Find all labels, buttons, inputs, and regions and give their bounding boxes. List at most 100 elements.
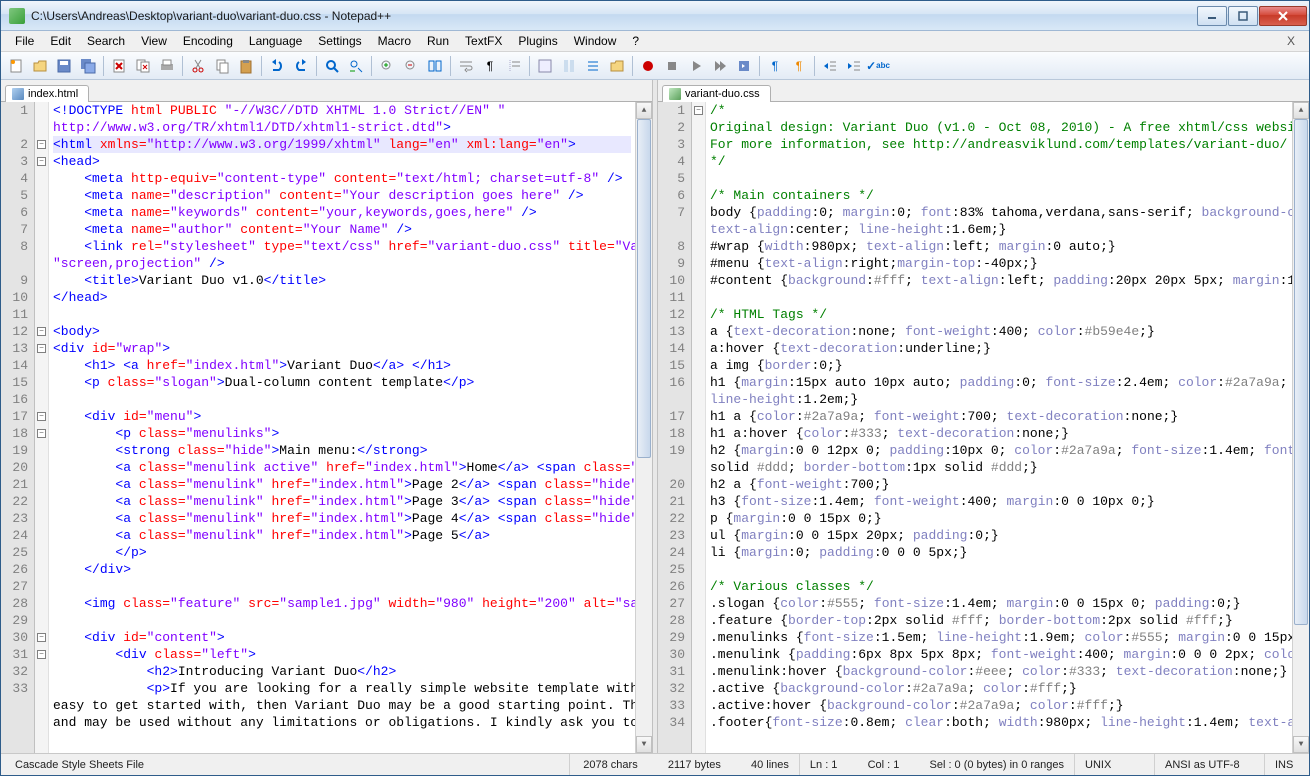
udl-icon[interactable] <box>534 55 556 77</box>
window-title: C:\Users\Andreas\Desktop\variant-duo\var… <box>31 9 1196 23</box>
show-all-chars-icon[interactable]: ¶ <box>479 55 501 77</box>
separator <box>316 56 317 76</box>
zoom-in-icon[interactable] <box>376 55 398 77</box>
status-chars: 2078 chars 2117 bytes 40 lines <box>570 754 800 775</box>
scroll-thumb[interactable] <box>637 119 651 458</box>
copy-icon[interactable] <box>211 55 233 77</box>
menubar-close-icon[interactable]: X <box>1279 34 1303 48</box>
scroll-track[interactable] <box>636 119 652 736</box>
undo-icon[interactable] <box>266 55 288 77</box>
separator <box>371 56 372 76</box>
paste-icon[interactable] <box>235 55 257 77</box>
right-gutter: 1234567891011121314151617181920212223242… <box>658 102 692 753</box>
scroll-thumb[interactable] <box>1294 119 1308 625</box>
tab-label: index.html <box>28 88 78 100</box>
status-encoding: ANSI as UTF-8 <box>1155 754 1265 775</box>
file-icon <box>669 88 681 100</box>
scroll-up-icon[interactable]: ▲ <box>636 102 652 119</box>
menu-settings[interactable]: Settings <box>310 32 369 50</box>
pilcrow-orange-icon[interactable]: ¶ <box>788 55 810 77</box>
separator <box>529 56 530 76</box>
menu-window[interactable]: Window <box>566 32 625 50</box>
redo-icon[interactable] <box>290 55 312 77</box>
right-code[interactable]: /*Original design: Variant Duo (v1.0 - O… <box>706 102 1292 753</box>
tab-label: variant-duo.css <box>685 88 760 100</box>
separator <box>759 56 760 76</box>
separator <box>632 56 633 76</box>
minimize-button[interactable] <box>1197 6 1227 26</box>
stop-macro-icon[interactable] <box>661 55 683 77</box>
sync-scroll-icon[interactable] <box>424 55 446 77</box>
left-fold-column[interactable]: −−−−−−−− <box>35 102 49 753</box>
right-editor[interactable]: 1234567891011121314151617181920212223242… <box>658 102 1309 753</box>
tab-index-html[interactable]: index.html <box>5 85 89 102</box>
menu-plugins[interactable]: Plugins <box>510 32 565 50</box>
open-file-icon[interactable] <box>29 55 51 77</box>
print-icon[interactable] <box>156 55 178 77</box>
file-icon <box>12 88 24 100</box>
window-controls <box>1196 6 1307 26</box>
indent-guide-icon[interactable] <box>503 55 525 77</box>
status-pos: Ln : 1 Col : 1 Sel : 0 (0 bytes) in 0 ra… <box>800 754 1075 775</box>
separator <box>261 56 262 76</box>
maximize-button[interactable] <box>1228 6 1258 26</box>
menu-textfx[interactable]: TextFX <box>457 32 510 50</box>
play-macro-icon[interactable] <box>685 55 707 77</box>
menu-help[interactable]: ? <box>624 32 647 50</box>
menubar: File Edit Search View Encoding Language … <box>1 31 1309 52</box>
status-insert: INS <box>1265 754 1305 775</box>
menu-run[interactable]: Run <box>419 32 457 50</box>
replace-icon[interactable] <box>345 55 367 77</box>
scroll-up-icon[interactable]: ▲ <box>1293 102 1309 119</box>
play-multi-icon[interactable] <box>709 55 731 77</box>
folder-icon[interactable] <box>606 55 628 77</box>
menu-search[interactable]: Search <box>79 32 133 50</box>
new-file-icon[interactable] <box>5 55 27 77</box>
function-list-icon[interactable] <box>582 55 604 77</box>
app-window: C:\Users\Andreas\Desktop\variant-duo\var… <box>0 0 1310 776</box>
left-tabbar: index.html <box>1 80 652 102</box>
cut-icon[interactable] <box>187 55 209 77</box>
separator <box>814 56 815 76</box>
menu-language[interactable]: Language <box>241 32 310 50</box>
menu-file[interactable]: File <box>7 32 42 50</box>
menu-macro[interactable]: Macro <box>370 32 419 50</box>
tab-variant-duo-css[interactable]: variant-duo.css <box>662 85 771 102</box>
menu-view[interactable]: View <box>133 32 175 50</box>
titlebar[interactable]: C:\Users\Andreas\Desktop\variant-duo\var… <box>1 1 1309 31</box>
save-all-icon[interactable] <box>77 55 99 77</box>
wordwrap-icon[interactable] <box>455 55 477 77</box>
pilcrow-blue-icon[interactable]: ¶ <box>764 55 786 77</box>
right-scrollbar[interactable]: ▲ ▼ <box>1292 102 1309 753</box>
status-lang: Cascade Style Sheets File <box>5 754 570 775</box>
save-icon[interactable] <box>53 55 75 77</box>
toolbar: ¶ ¶ ¶ ✓abc <box>1 52 1309 80</box>
left-pane: index.html 12345678910111213141516171819… <box>1 80 652 753</box>
right-fold-column[interactable]: − <box>692 102 706 753</box>
right-tabbar: variant-duo.css <box>658 80 1309 102</box>
left-scrollbar[interactable]: ▲ ▼ <box>635 102 652 753</box>
separator <box>450 56 451 76</box>
scroll-track[interactable] <box>1293 119 1309 736</box>
outdent-icon[interactable] <box>819 55 841 77</box>
app-icon <box>9 8 25 24</box>
find-icon[interactable] <box>321 55 343 77</box>
save-macro-icon[interactable] <box>733 55 755 77</box>
statusbar: Cascade Style Sheets File 2078 chars 211… <box>1 753 1309 775</box>
record-macro-icon[interactable] <box>637 55 659 77</box>
menu-edit[interactable]: Edit <box>42 32 79 50</box>
status-eol: UNIX <box>1075 754 1155 775</box>
close-button[interactable] <box>1259 6 1307 26</box>
right-pane: variant-duo.css 123456789101112131415161… <box>658 80 1309 753</box>
left-editor[interactable]: 1234567891011121314151617181920212223242… <box>1 102 652 753</box>
zoom-out-icon[interactable] <box>400 55 422 77</box>
left-code[interactable]: <!DOCTYPE html PUBLIC "-//W3C//DTD XHTML… <box>49 102 635 753</box>
spellcheck-icon[interactable]: ✓abc <box>867 55 889 77</box>
scroll-down-icon[interactable]: ▼ <box>1293 736 1309 753</box>
doc-map-icon[interactable] <box>558 55 580 77</box>
indent-icon[interactable] <box>843 55 865 77</box>
close-file-icon[interactable] <box>108 55 130 77</box>
scroll-down-icon[interactable]: ▼ <box>636 736 652 753</box>
close-all-icon[interactable] <box>132 55 154 77</box>
menu-encoding[interactable]: Encoding <box>175 32 241 50</box>
